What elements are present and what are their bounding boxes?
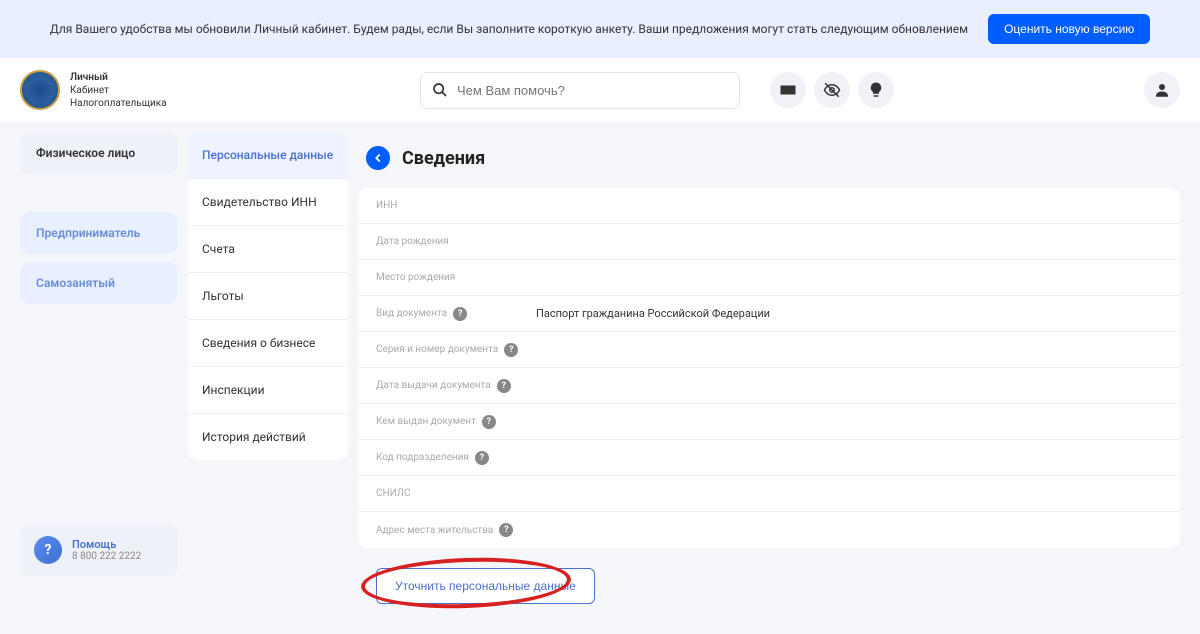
help-icon[interactable]: ? — [453, 307, 467, 321]
personal-data-card: ИНН Дата рождения Место рождения Вид док… — [358, 188, 1180, 548]
refine-personal-data-button[interactable]: Уточнить персональные данные — [376, 568, 595, 604]
rate-new-version-button[interactable]: Оценить новую версию — [988, 14, 1150, 44]
help-icon[interactable]: ? — [475, 451, 489, 465]
person-icon — [1153, 81, 1171, 99]
sidebar-section: Физическое лицо — [20, 132, 178, 174]
tab-business-info[interactable]: Сведения о бизнесе — [188, 320, 348, 367]
tabs-column: Персональные данные Свидетельство ИНН Сч… — [188, 132, 348, 460]
help-icon[interactable]: ? — [482, 415, 496, 429]
help-icon[interactable]: ? — [499, 523, 513, 537]
field-label: Адрес места жительства? — [376, 523, 536, 537]
field-document-number: Серия и номер документа? — [358, 332, 1180, 368]
field-label: Место рождения — [376, 272, 536, 283]
page-title: Сведения — [402, 148, 485, 169]
field-address: Адрес места жительства? — [358, 512, 1180, 548]
arrow-left-icon — [371, 151, 385, 165]
field-label: Серия и номер документа? — [376, 343, 536, 357]
help-phone: 8 800 222 2222 — [72, 551, 141, 562]
field-label: Кем выдан документ? — [376, 415, 536, 429]
eye-off-icon — [823, 81, 841, 99]
search-icon — [432, 82, 448, 98]
tab-accounts[interactable]: Счета — [188, 226, 348, 273]
field-document-issuer: Кем выдан документ? — [358, 404, 1180, 440]
page-title-row: Сведения — [358, 132, 1180, 188]
field-birthplace: Место рождения — [358, 260, 1180, 296]
profile-button[interactable] — [1144, 72, 1180, 108]
sidebar-item-individual[interactable]: Физическое лицо — [20, 132, 178, 174]
main-area: Физическое лицо Предприниматель Самозаня… — [0, 122, 1200, 634]
logo-text: Личный Кабинет Налогоплательщика — [70, 71, 167, 110]
help-question-icon: ? — [34, 536, 62, 564]
sidebar-item-entrepreneur[interactable]: Предприниматель — [20, 212, 178, 254]
field-inn: ИНН — [358, 188, 1180, 224]
messages-button[interactable] — [770, 72, 806, 108]
field-document-issue-date: Дата выдачи документа? — [358, 368, 1180, 404]
search-input[interactable] — [420, 72, 740, 109]
tab-inspections[interactable]: Инспекции — [188, 367, 348, 414]
header: Личный Кабинет Налогоплательщика — [0, 58, 1200, 122]
field-label: ИНН — [376, 200, 536, 211]
field-document-type: Вид документа? Паспорт гражданина Россий… — [358, 296, 1180, 332]
logo-area[interactable]: Личный Кабинет Налогоплательщика — [20, 70, 200, 110]
header-right — [1144, 72, 1180, 108]
field-label: Код подразделения? — [376, 451, 536, 465]
field-label: Дата рождения — [376, 236, 536, 247]
action-area: Уточнить персональные данные — [358, 548, 1180, 624]
sidebar-item-selfemployed[interactable]: Самозанятый — [20, 262, 178, 304]
lightbulb-icon — [867, 81, 885, 99]
data-column: Сведения ИНН Дата рождения Место рождени… — [358, 132, 1180, 624]
help-text: Помощь 8 800 222 2222 — [72, 538, 141, 562]
notification-text: Для Вашего удобства мы обновили Личный к… — [50, 22, 968, 36]
field-birthdate: Дата рождения — [358, 224, 1180, 260]
field-label: Вид документа? — [376, 307, 536, 321]
help-icon[interactable]: ? — [497, 379, 511, 393]
hint-button[interactable] — [858, 72, 894, 108]
tab-history[interactable]: История действий — [188, 414, 348, 460]
help-title: Помощь — [72, 538, 141, 551]
help-icon[interactable]: ? — [504, 343, 518, 357]
visibility-button[interactable] — [814, 72, 850, 108]
help-box[interactable]: ? Помощь 8 800 222 2222 — [20, 524, 178, 576]
header-icons — [770, 72, 894, 108]
field-label: Дата выдачи документа? — [376, 379, 536, 393]
field-subdivision-code: Код подразделения? — [358, 440, 1180, 476]
notification-bar: Для Вашего удобства мы обновили Личный к… — [0, 0, 1200, 58]
field-value: Паспорт гражданина Российской Федерации — [536, 307, 770, 320]
field-label: СНИЛС — [376, 488, 536, 499]
tab-benefits[interactable]: Льготы — [188, 273, 348, 320]
logo-emblem-icon — [20, 70, 60, 110]
tab-personal-data[interactable]: Персональные данные — [188, 132, 348, 179]
tab-inn-certificate[interactable]: Свидетельство ИНН — [188, 179, 348, 226]
field-snils: СНИЛС — [358, 476, 1180, 512]
envelope-icon — [779, 81, 797, 99]
content-area: Персональные данные Свидетельство ИНН Сч… — [188, 132, 1180, 624]
back-button[interactable] — [366, 146, 390, 170]
sidebar-section: Предприниматель Самозанятый — [20, 212, 178, 304]
search-box — [420, 72, 740, 109]
